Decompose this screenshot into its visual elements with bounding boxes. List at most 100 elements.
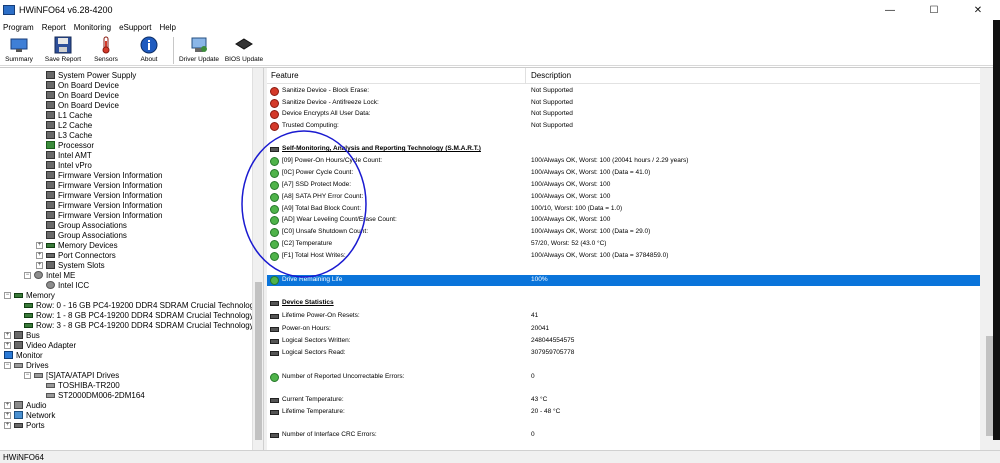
tree-node[interactable]: Firmware Version Information — [46, 190, 162, 200]
close-button[interactable]: ✕ — [956, 0, 1000, 20]
collapse-icon[interactable]: − — [24, 271, 31, 279]
title-bar[interactable]: HWiNFO64 v6.28-4200 — ☐ ✕ — [0, 0, 1000, 20]
feature-cell: Current Temperature: — [282, 396, 344, 403]
collapse-icon[interactable]: − — [4, 361, 11, 369]
tree-node[interactable]: − [S]ATA/ATAPI Drives — [24, 370, 119, 380]
menu-monitoring[interactable]: Monitoring — [71, 23, 116, 32]
tree-scrollbar-thumb[interactable] — [255, 282, 262, 440]
expand-icon[interactable]: + — [4, 401, 11, 409]
chip-icon — [46, 181, 55, 189]
tree-node[interactable]: Row: 0 - 16 GB PC4-19200 DDR4 SDRAM Cruc… — [24, 300, 252, 310]
tree-node[interactable]: + Bus — [4, 330, 40, 340]
tree-node[interactable]: + Ports — [4, 420, 45, 430]
tree-node[interactable]: ST2000DM006-2DM164 — [46, 390, 145, 400]
table-row[interactable]: [F1] Total Host Writes: 100/Always OK, Wo… — [267, 251, 980, 262]
tree-node[interactable]: On Board Device — [46, 90, 119, 100]
bios-update-button[interactable]: BIOS Update — [224, 36, 264, 66]
table-row[interactable]: [AD] Wear Leveling Count/Erase Count: 100… — [267, 215, 980, 226]
summary-button[interactable]: Summary — [4, 36, 34, 66]
tree-node[interactable]: TOSHIBA-TR200 — [46, 380, 120, 390]
table-row[interactable]: Current Temperature: 43 °C — [267, 395, 980, 406]
tree-node[interactable]: Intel ICC — [46, 280, 89, 290]
expand-icon[interactable]: + — [36, 251, 43, 259]
tree-node[interactable]: L2 Cache — [46, 120, 92, 130]
table-row[interactable]: [A8] SATA PHY Error Count: 100/Always OK,… — [267, 192, 980, 203]
tree-node[interactable]: Firmware Version Information — [46, 210, 162, 220]
table-row[interactable]: Number of Reported Uncorrectable Errors:… — [267, 372, 980, 383]
tree-node[interactable]: + Audio — [4, 400, 46, 410]
table-row[interactable]: [09] Power-On Hours/Cycle Count: 100/Alwa… — [267, 156, 980, 167]
table-row[interactable]: Trusted Computing: Not Supported — [267, 121, 980, 132]
tree-node[interactable]: Firmware Version Information — [46, 170, 162, 180]
expand-icon[interactable]: + — [4, 331, 11, 339]
save-report-button[interactable]: Save Report — [44, 36, 82, 66]
section-header-row[interactable]: Device Statistics — [267, 298, 980, 309]
table-row[interactable]: [C0] Unsafe Shutdown Count: 100/Always OK… — [267, 227, 980, 238]
table-row[interactable]: [A9] Total Bad Block Count: 100/10, Worst… — [267, 204, 980, 215]
feature-cell: [C2] Temperature — [282, 240, 333, 247]
tree-node[interactable]: On Board Device — [46, 100, 119, 110]
table-row[interactable]: Lifetime Temperature: 20 - 48 °C — [267, 407, 980, 418]
tree-node[interactable]: − Memory — [4, 290, 55, 300]
expand-icon[interactable]: + — [36, 241, 43, 249]
tree-node[interactable]: Group Associations — [46, 230, 127, 240]
tree-node[interactable]: Intel vPro — [46, 160, 92, 170]
tree-node[interactable]: Processor — [46, 140, 94, 150]
status-text: HWiNFO64 — [3, 452, 44, 462]
tree-node[interactable]: + Memory Devices — [36, 240, 118, 250]
table-row[interactable]: [A7] SSD Protect Mode: 100/Always OK, Wor… — [267, 180, 980, 191]
tree-node[interactable]: Intel AMT — [46, 150, 92, 160]
tree-node[interactable]: L3 Cache — [46, 130, 92, 140]
sensors-button[interactable]: Sensors — [93, 36, 119, 66]
expand-icon[interactable]: + — [4, 421, 11, 429]
feature-column-header[interactable]: Feature — [271, 71, 299, 80]
tree-scrollbar[interactable] — [252, 68, 263, 451]
expand-icon[interactable]: + — [4, 341, 11, 349]
menu-esupport[interactable]: eSupport — [116, 23, 156, 32]
tree-node[interactable]: + System Slots — [36, 260, 105, 270]
tree-node[interactable]: + Port Connectors — [36, 250, 116, 260]
tree-node[interactable]: Firmware Version Information — [46, 180, 162, 190]
collapse-icon[interactable]: − — [4, 291, 11, 299]
about-button[interactable]: About — [137, 36, 161, 66]
tree-node[interactable]: − Drives — [4, 360, 49, 370]
column-divider[interactable] — [525, 68, 526, 84]
tree-node[interactable]: − Intel ME — [24, 270, 75, 280]
tree-node[interactable]: L1 Cache — [46, 110, 92, 120]
tree-node[interactable]: Row: 3 - 8 GB PC4-19200 DDR4 SDRAM Cruci… — [24, 320, 252, 330]
table-row[interactable]: Device Encrypts All User Data: Not Suppor… — [267, 109, 980, 120]
collapse-icon[interactable]: − — [24, 371, 31, 379]
tree-node-label: Firmware Version Information — [58, 170, 163, 180]
table-row[interactable]: Number of Interface CRC Errors: 0 — [267, 430, 980, 441]
expand-icon[interactable]: + — [4, 411, 11, 419]
table-row[interactable]: Lifetime Power-On Resets: 41 — [267, 311, 980, 322]
table-row[interactable]: [C2] Temperature 57/20, Worst: 52 (43.0 °… — [267, 239, 980, 250]
device-tree[interactable]: System Power Supply On Board Device On Boa… — [0, 68, 252, 451]
table-row[interactable]: Sanitize Device - Antifreeze Lock: Not Su… — [267, 98, 980, 109]
table-row[interactable]: Power-on Hours: 20041 — [267, 324, 980, 335]
menu-program[interactable]: Program — [0, 23, 39, 32]
table-row[interactable]: [0C] Power Cycle Count: 100/Always OK, Wo… — [267, 168, 980, 179]
table-row[interactable]: Drive Remaining Life 100% — [267, 275, 980, 286]
tree-node[interactable]: On Board Device — [46, 80, 119, 90]
tree-node[interactable]: System Power Supply — [46, 70, 136, 80]
table-row[interactable]: Logical Sectors Written: 248044554575 — [267, 336, 980, 347]
tree-node[interactable]: Firmware Version Information — [46, 200, 162, 210]
driver-update-button[interactable]: Driver Update — [178, 36, 220, 66]
table-row[interactable]: Sanitize Device - Block Erase: Not Suppor… — [267, 86, 980, 97]
menu-help[interactable]: Help — [157, 23, 181, 32]
description-column-header[interactable]: Description — [531, 71, 571, 80]
table-row[interactable]: Logical Sectors Read: 307959705778 — [267, 348, 980, 359]
tree-node[interactable]: Group Associations — [46, 220, 127, 230]
feature-cell: Lifetime Power-On Resets: — [282, 312, 360, 319]
tree-node[interactable]: + Network — [4, 410, 55, 420]
section-header-row[interactable]: Self-Monitoring, Analysis and Reporting … — [267, 144, 980, 155]
menu-report[interactable]: Report — [39, 23, 71, 32]
minimize-button[interactable]: — — [868, 0, 912, 20]
tree-node[interactable]: Row: 1 - 8 GB PC4-19200 DDR4 SDRAM Cruci… — [24, 310, 252, 320]
tree-node-label: On Board Device — [58, 100, 119, 110]
tree-node[interactable]: + Video Adapter — [4, 340, 76, 350]
maximize-button[interactable]: ☐ — [912, 0, 956, 20]
expand-icon[interactable]: + — [36, 261, 43, 269]
tree-node[interactable]: Monitor — [4, 350, 43, 360]
